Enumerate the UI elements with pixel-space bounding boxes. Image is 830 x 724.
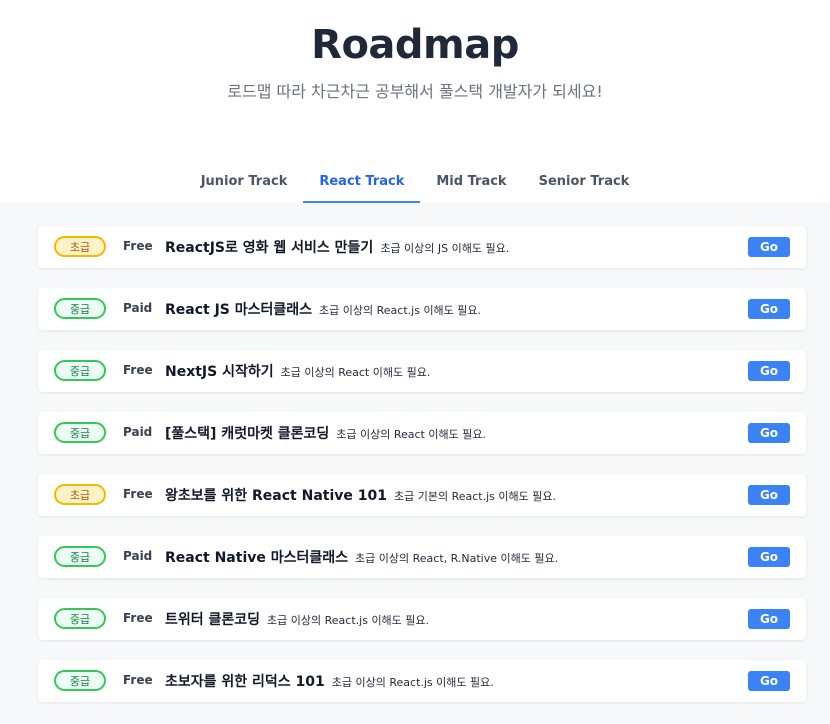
course-requirement: 초급 이상의 React 이해도 필요. (280, 366, 431, 379)
track-tabs: Junior Track React Track Mid Track Senio… (0, 162, 830, 203)
course-card: 중급 Free 트위터 클론코딩 초급 이상의 React.js 이해도 필요.… (38, 598, 806, 640)
page-subtitle: 로드맵 따라 차근차근 공부해서 풀스택 개발자가 되세요! (227, 82, 603, 101)
go-button[interactable]: Go (748, 547, 790, 567)
level-badge: 중급 (54, 608, 106, 629)
course-title: 초보자를 위한 리덕스 101 (165, 674, 325, 690)
price-label: Free (123, 239, 153, 253)
course-list: 초급 Free ReactJS로 영화 웹 서비스 만들기 초급 이상의 JS … (0, 203, 830, 724)
course-title: React Native 마스터클래스 (165, 550, 349, 566)
course-title: 왕초보를 위한 React Native 101 (165, 488, 387, 504)
course-card: 중급 Paid React JS 마스터클래스 초급 이상의 React.js … (38, 288, 806, 330)
course-requirement: 초급 이상의 React.js 이해도 필요. (331, 676, 494, 689)
go-button[interactable]: Go (748, 361, 790, 381)
course-info: React JS 마스터클래스 초급 이상의 React.js 이해도 필요. (165, 299, 481, 319)
price-label: Paid (123, 301, 153, 315)
go-button[interactable]: Go (748, 485, 790, 505)
go-button[interactable]: Go (748, 423, 790, 443)
tab-mid-track[interactable]: Mid Track (420, 162, 522, 203)
go-button[interactable]: Go (748, 671, 790, 691)
course-info: 왕초보를 위한 React Native 101 초급 기본의 React.js… (165, 485, 556, 505)
course-info: ReactJS로 영화 웹 서비스 만들기 초급 이상의 JS 이해도 필요. (165, 237, 509, 257)
course-card: 초급 Free ReactJS로 영화 웹 서비스 만들기 초급 이상의 JS … (38, 226, 806, 268)
level-badge: 초급 (54, 236, 106, 257)
course-card: 중급 Paid React Native 마스터클래스 초급 이상의 React… (38, 536, 806, 578)
page-title: Roadmap (311, 22, 519, 68)
course-requirement: 초급 기본의 React.js 이해도 필요. (394, 490, 556, 503)
price-label: Paid (123, 549, 153, 563)
course-info: NextJS 시작하기 초급 이상의 React 이해도 필요. (165, 361, 430, 381)
course-requirement: 초급 이상의 React.js 이해도 필요. (319, 304, 482, 317)
course-card: 초급 Free 왕초보를 위한 React Native 101 초급 기본의 … (38, 474, 806, 516)
course-title: ReactJS로 영화 웹 서비스 만들기 (165, 240, 374, 256)
go-button[interactable]: Go (748, 609, 790, 629)
course-title: NextJS 시작하기 (165, 364, 274, 380)
go-button[interactable]: Go (748, 237, 790, 257)
course-requirement: 초급 이상의 JS 이해도 필요. (380, 242, 510, 255)
level-badge: 중급 (54, 670, 106, 691)
tab-junior-track[interactable]: Junior Track (185, 162, 304, 203)
go-button[interactable]: Go (748, 299, 790, 319)
course-requirement: 초급 이상의 React 이해도 필요. (336, 428, 486, 441)
price-label: Free (123, 487, 153, 501)
page-header: Roadmap 로드맵 따라 차근차근 공부해서 풀스택 개발자가 되세요! J… (0, 0, 830, 203)
price-label: Free (123, 673, 153, 687)
course-info: 트위터 클론코딩 초급 이상의 React.js 이해도 필요. (165, 609, 429, 629)
level-badge: 중급 (54, 360, 106, 381)
course-card: 중급 Free NextJS 시작하기 초급 이상의 React 이해도 필요.… (38, 350, 806, 392)
course-requirement: 초급 이상의 React.js 이해도 필요. (267, 614, 430, 627)
course-title: React JS 마스터클래스 (165, 302, 313, 318)
level-badge: 중급 (54, 422, 106, 443)
course-info: [풀스택] 캐럿마켓 클론코딩 초급 이상의 React 이해도 필요. (165, 423, 486, 443)
price-label: Free (123, 363, 153, 377)
level-badge: 중급 (54, 546, 106, 567)
price-label: Free (123, 611, 153, 625)
level-badge: 중급 (54, 298, 106, 319)
course-card: 중급 Free 초보자를 위한 리덕스 101 초급 이상의 React.js … (38, 660, 806, 702)
level-badge: 초급 (54, 484, 106, 505)
course-info: 초보자를 위한 리덕스 101 초급 이상의 React.js 이해도 필요. (165, 671, 494, 691)
course-card: 중급 Paid [풀스택] 캐럿마켓 클론코딩 초급 이상의 React 이해도… (38, 412, 806, 454)
course-title: 트위터 클론코딩 (165, 612, 261, 628)
price-label: Paid (123, 425, 153, 439)
course-info: React Native 마스터클래스 초급 이상의 React, R.Nati… (165, 547, 558, 567)
course-requirement: 초급 이상의 React, R.Native 이해도 필요. (355, 552, 559, 565)
tab-senior-track[interactable]: Senior Track (523, 162, 646, 203)
tab-react-track[interactable]: React Track (303, 162, 421, 203)
course-title: [풀스택] 캐럿마켓 클론코딩 (165, 426, 330, 442)
